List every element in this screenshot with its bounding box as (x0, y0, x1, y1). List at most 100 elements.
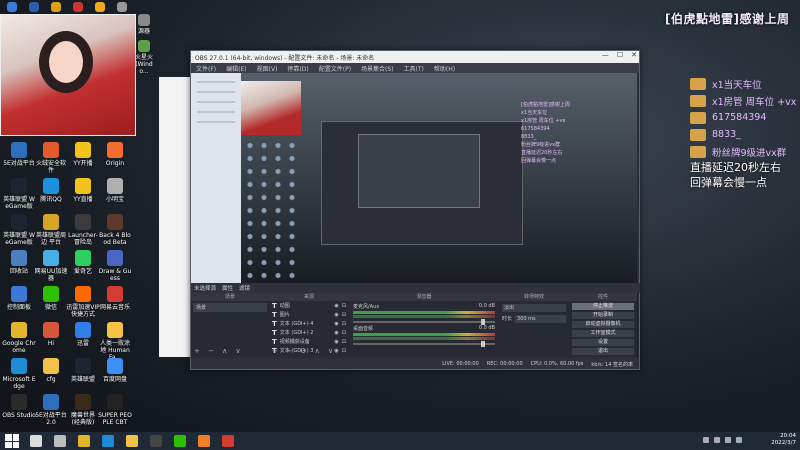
task-view-icon[interactable] (54, 435, 66, 447)
desktop-icon[interactable] (46, 2, 66, 14)
lock-icon[interactable]: ⊡ (342, 348, 346, 354)
system-tray[interactable] (703, 437, 742, 443)
netease-icon[interactable] (222, 435, 234, 447)
desktop-icon[interactable]: Google Chrome (2, 322, 36, 354)
maximize-button[interactable]: ☐ (617, 51, 623, 59)
desktop-icon[interactable]: 英雄联盟 WeGame版 (2, 214, 36, 246)
desktop-icon[interactable]: 英雄联盟周边 平台 (34, 214, 68, 246)
desktop-icon[interactable]: cfg (34, 358, 68, 383)
desktop-icon[interactable]: 火星火 (Windo... (134, 40, 154, 75)
lock-icon[interactable]: ⊡ (342, 330, 346, 336)
desktop-icon[interactable]: 5E对战平台 2.0 (34, 394, 68, 426)
desktop-icon[interactable]: Origin (98, 142, 132, 167)
lock-icon[interactable]: ⊡ (342, 339, 346, 345)
desktop-icon[interactable]: 网易UU加速器 (34, 250, 68, 282)
desktop-icon[interactable]: 百度网盘 (98, 358, 132, 383)
desktop-icon[interactable]: 网易云音乐 (98, 286, 132, 311)
desktop-icon[interactable]: 微信 (34, 286, 68, 311)
visibility-icon[interactable]: ◉ (334, 303, 338, 309)
control-button[interactable]: 开始录制 (572, 312, 634, 319)
edge-icon[interactable] (102, 435, 114, 447)
visibility-icon[interactable]: ◉ (334, 330, 338, 336)
desktop-icon[interactable]: SUPER PEOPLE CBT (98, 394, 132, 426)
volume-slider[interactable] (353, 341, 495, 347)
search-icon[interactable] (30, 435, 42, 447)
app-icon (11, 250, 27, 266)
control-button[interactable]: 工作室模式 (572, 330, 634, 337)
desktop-icon[interactable] (68, 2, 88, 14)
visibility-icon[interactable]: ◉ (334, 339, 338, 345)
menu-item[interactable]: 文件(F) (196, 64, 216, 73)
obs-preview[interactable]: [伯虎點地雷]感谢上周 x1当天车位 x1房管 周车位 +vx 617584394 88… (191, 73, 637, 283)
start-button[interactable] (5, 434, 19, 448)
desktop-icon[interactable] (24, 2, 44, 14)
source-item[interactable]: T 文本 (GDI+) 4 ◉ ⊡ (269, 319, 349, 328)
duration-input[interactable]: 300 ms (515, 315, 566, 323)
properties-button[interactable]: 属性 (222, 284, 233, 292)
desktop-icon[interactable]: YY直播 (66, 178, 100, 203)
desktop-icon[interactable]: 人类一败涂地 Human Fa... (98, 322, 132, 361)
desktop-icon[interactable]: 小明宝 (98, 178, 132, 203)
menu-item[interactable]: 配置文件(P) (319, 64, 351, 73)
desktop-icon[interactable]: 控制面板 (2, 286, 36, 311)
sources-dock: 来源 T 动图 ◉ ⊡ T 图片 ◉ ⊡ T 文本 (GDI+) 4 ◉ ⊡ T 文本 (GDI+) 2 ◉… (269, 293, 350, 357)
visibility-icon[interactable]: ◉ (334, 312, 338, 318)
desktop-icon-label: 腾讯QQ (40, 196, 62, 203)
desktop-icon[interactable]: Draw & Guess (98, 250, 132, 282)
wechat-icon[interactable] (174, 435, 186, 447)
scene-item[interactable]: 场景 (193, 303, 267, 312)
desktop-icon[interactable]: 火绒安全软件 (34, 142, 68, 174)
close-button[interactable]: ✕ (631, 51, 637, 59)
desktop-icon[interactable]: 英雄联盟 (66, 358, 100, 383)
menu-item[interactable]: 编辑(E) (226, 64, 246, 73)
desktop-icon[interactable] (2, 2, 22, 14)
source-item[interactable]: T 动图 ◉ ⊡ (269, 301, 349, 310)
scenes-dock-controls[interactable]: + − ∧ ∨ (194, 347, 244, 355)
desktop-icon[interactable]: 腾讯QQ (34, 178, 68, 203)
obs-icon[interactable] (150, 435, 162, 447)
menu-item[interactable]: 场景集合(S) (361, 64, 394, 73)
control-button[interactable]: 退出 (572, 348, 634, 355)
volume-slider[interactable] (353, 319, 495, 325)
desktop-icon[interactable]: 英雄联盟 WeGame版 (2, 178, 36, 210)
lock-icon[interactable]: ⊡ (342, 303, 346, 309)
source-item[interactable]: T 视频捕获设备 ◉ ⊡ (269, 337, 349, 346)
source-item[interactable]: T 文本 (GDI+) 2 ◉ ⊡ (269, 328, 349, 337)
menu-item[interactable]: 视图(V) (257, 64, 278, 73)
source-item[interactable]: T 图片 ◉ ⊡ (269, 310, 349, 319)
desktop-icon[interactable]: YY开播 (66, 142, 100, 167)
desktop-icon[interactable]: 魔兽世界 (经典版) (66, 394, 100, 426)
desktop-icon[interactable]: 回收站 (2, 250, 36, 275)
obs-titlebar[interactable]: OBS 27.0.1 (64-bit, windows) - 配置文件: 未命名… (191, 51, 639, 63)
desktop-icon[interactable]: 5E对战平台 (2, 142, 36, 167)
control-button[interactable]: 停止推流 (572, 303, 634, 310)
lock-icon[interactable]: ⊡ (342, 312, 346, 318)
control-button[interactable]: 设置 (572, 339, 634, 346)
visibility-icon[interactable]: ◉ (334, 321, 338, 327)
desktop-icon[interactable]: Hi (34, 322, 68, 347)
desktop-icon[interactable]: Launcher-冒险岛 (66, 214, 100, 246)
desktop-icon[interactable] (90, 2, 110, 14)
control-button[interactable]: 启动虚拟摄像机 (572, 321, 634, 328)
obs-window[interactable]: OBS 27.0.1 (64-bit, windows) - 配置文件: 未命名… (190, 50, 640, 370)
desktop-icon[interactable]: OBS Studio (2, 394, 36, 419)
sources-dock-controls[interactable]: + − ⚙ ∧ ∨ (272, 347, 336, 355)
desktop-icon[interactable]: Microsoft Edge (2, 358, 36, 390)
minimize-button[interactable]: — (602, 51, 609, 59)
app-icon[interactable] (198, 435, 210, 447)
desktop-icon[interactable]: 爱奇艺 (66, 250, 100, 275)
menu-item[interactable]: 工具(T) (404, 64, 424, 73)
transition-select[interactable]: 淡出 (502, 304, 566, 312)
lock-icon[interactable]: ⊡ (342, 321, 346, 327)
taskbar-clock[interactable]: 20:04 2022/3/7 (771, 433, 796, 447)
desktop-icon[interactable]: 迅雷 (66, 322, 100, 347)
explorer-icon[interactable] (126, 435, 138, 447)
desktop-icon[interactable]: Back 4 Blood Beta (98, 214, 132, 246)
menu-item[interactable]: 帮助(H) (434, 64, 455, 73)
chrome-icon[interactable] (78, 435, 90, 447)
menu-item[interactable]: 停靠(D) (287, 64, 308, 73)
desktop-icon[interactable]: 源器 (134, 14, 154, 35)
filters-button[interactable]: 滤镜 (239, 284, 250, 292)
badge-icon (690, 77, 706, 90)
desktop-icon[interactable]: 迅雷加速VIP 快捷方式 (66, 286, 100, 318)
